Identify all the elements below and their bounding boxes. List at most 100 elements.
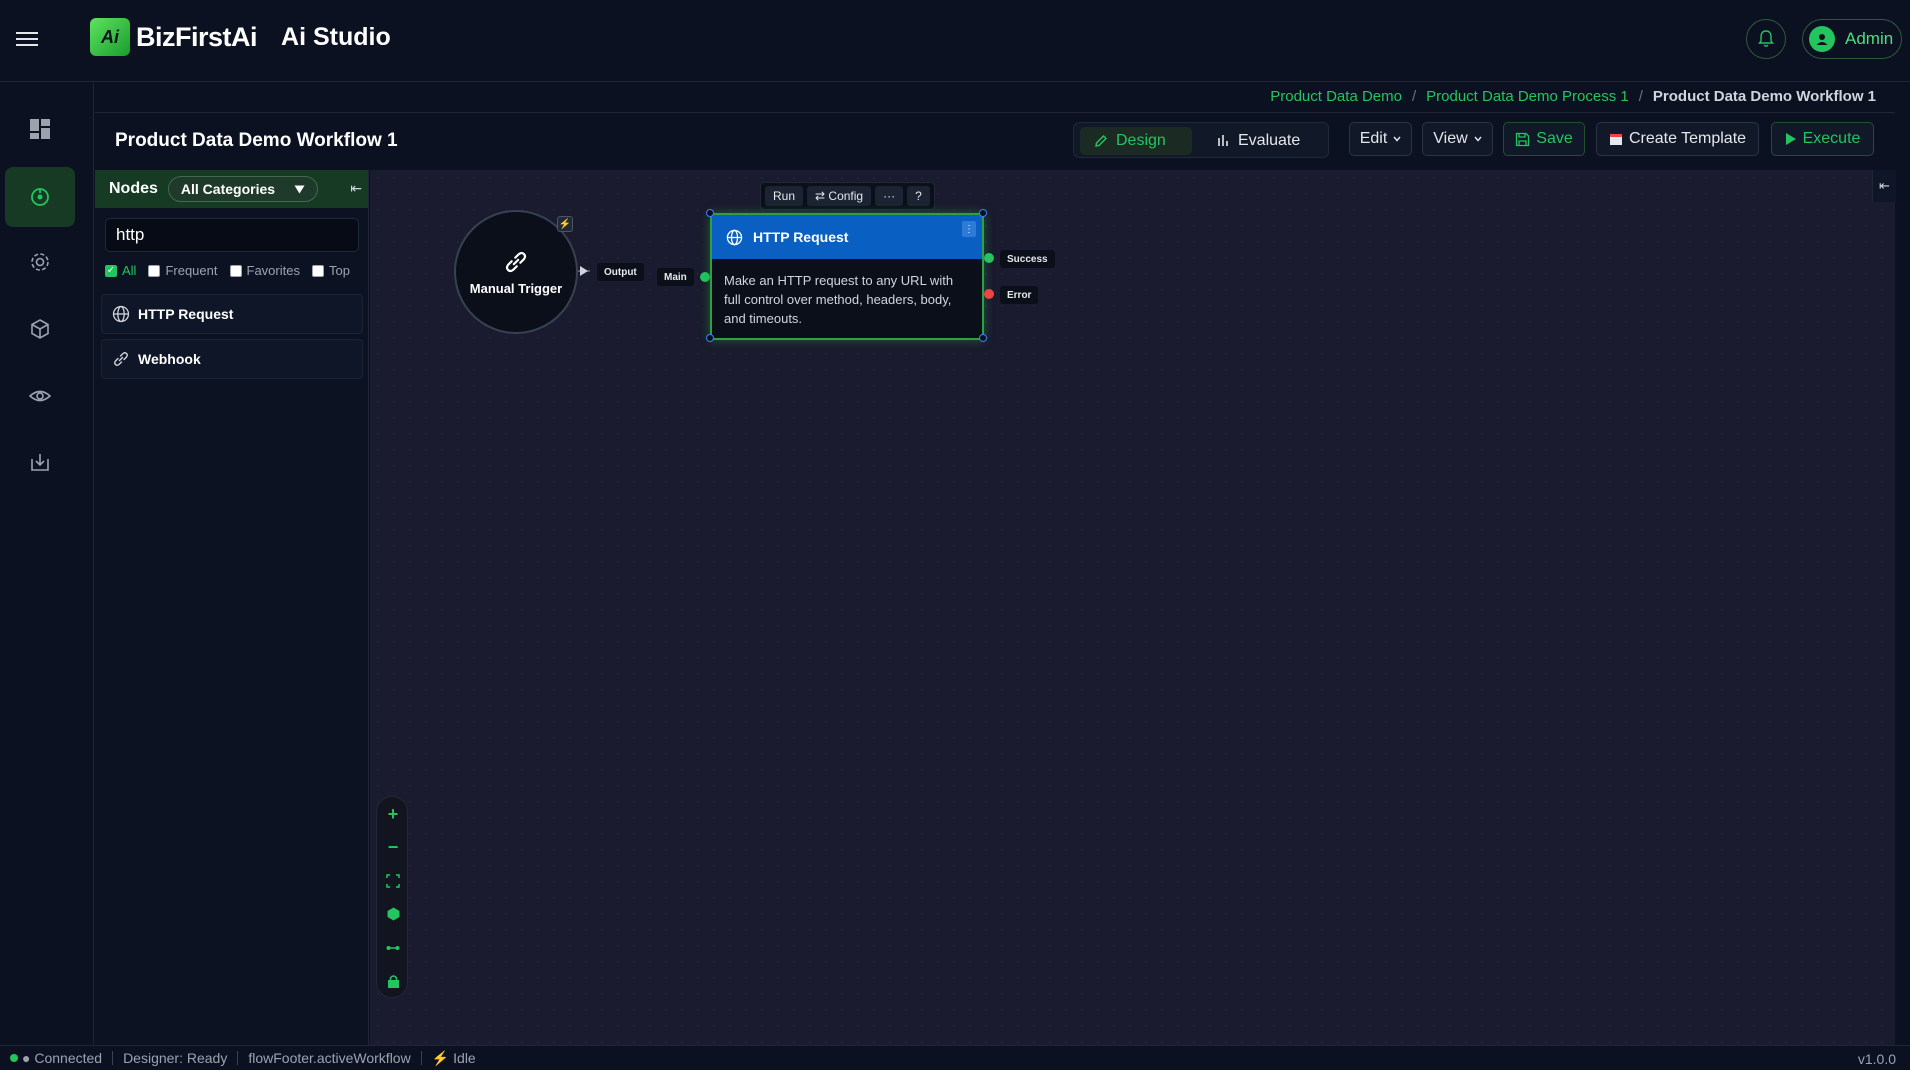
input-port[interactable]: [700, 272, 710, 282]
node-list-item-label: HTTP Request: [138, 306, 234, 322]
collapse-right-panel-icon[interactable]: ⇤: [1872, 170, 1896, 202]
http-input-label: Main: [657, 268, 694, 286]
run-state-label: Idle: [453, 1050, 476, 1066]
checkbox-icon[interactable]: [148, 264, 161, 277]
hamburger-menu-icon[interactable]: [16, 28, 38, 48]
category-select-value: All Categories: [180, 181, 276, 197]
lightning-icon[interactable]: ⚡: [557, 216, 573, 232]
node-context-toolbar: Run ⇄ Config ··· ?: [760, 182, 935, 210]
user-menu-button[interactable]: Admin: [1802, 19, 1902, 59]
eye-icon: [29, 390, 51, 402]
filter-frequent-label: Frequent: [165, 263, 218, 278]
run-state: ⚡ Idle: [422, 1051, 486, 1065]
bell-icon: [1758, 30, 1774, 47]
selection-handle[interactable]: [979, 209, 987, 217]
globe-icon: [726, 229, 743, 245]
lock-icon[interactable]: [377, 966, 409, 996]
play-icon: [1785, 133, 1796, 145]
edit-menu-button[interactable]: Edit: [1349, 122, 1412, 156]
checkbox-icon[interactable]: [311, 264, 324, 277]
tab-evaluate[interactable]: Evaluate: [1202, 127, 1322, 155]
cube-icon: [31, 319, 49, 339]
nav-import[interactable]: [5, 432, 75, 492]
node-run-button[interactable]: Run: [765, 186, 804, 206]
hexagon-icon[interactable]: [377, 899, 409, 929]
kebab-menu-icon[interactable]: ⋮: [962, 221, 976, 237]
node-list-item-http-request[interactable]: HTTP Request: [101, 294, 363, 334]
link-icon: [505, 251, 527, 272]
designer-status: Designer: Ready: [113, 1051, 239, 1065]
save-label: Save: [1536, 130, 1573, 147]
filter-frequent[interactable]: Frequent: [148, 263, 218, 278]
view-menu-button[interactable]: View: [1422, 122, 1493, 156]
user-circle-icon: [1809, 26, 1835, 52]
nav-dashboard[interactable]: [5, 99, 75, 159]
save-button[interactable]: Save: [1503, 122, 1585, 156]
filter-favorites[interactable]: Favorites: [229, 263, 300, 278]
download-tray-icon: [31, 454, 49, 471]
brand-mark: Ai: [90, 18, 130, 56]
breadcrumb-separator: /: [1638, 88, 1643, 105]
node-more-button[interactable]: ···: [875, 186, 904, 206]
breadcrumb-separator: /: [1411, 88, 1417, 105]
execute-button[interactable]: Execute: [1771, 122, 1874, 156]
node-search-value: http: [116, 225, 145, 244]
checkbox-checked-icon[interactable]: ✓: [105, 264, 117, 277]
triangle-down-icon: [294, 185, 305, 193]
brand-logo[interactable]: Ai BizFirstAi Ai Studio: [90, 18, 391, 56]
filter-all-label: All: [122, 263, 137, 278]
node-config-label: Config: [828, 189, 864, 203]
nav-workflows[interactable]: [5, 167, 75, 227]
selection-handle[interactable]: [979, 334, 987, 342]
app-version: v1.0.0: [1857, 1051, 1896, 1067]
filter-all[interactable]: ✓ All: [105, 263, 136, 278]
tab-evaluate-label: Evaluate: [1238, 132, 1301, 149]
collapse-panel-icon[interactable]: ⇤: [350, 180, 362, 197]
checkbox-icon[interactable]: [229, 264, 242, 277]
link-icon: [114, 352, 128, 366]
workflow-canvas[interactable]: [370, 170, 1895, 1045]
error-port[interactable]: [984, 289, 994, 299]
breadcrumb-project[interactable]: Product Data Demo: [1270, 88, 1402, 105]
success-port[interactable]: [984, 253, 994, 263]
tab-design[interactable]: Design: [1080, 127, 1192, 155]
nodes-panel-header: Nodes All Categories ⇤: [95, 170, 368, 208]
execute-label: Execute: [1802, 130, 1861, 147]
connect-icon[interactable]: [377, 933, 409, 963]
workflow-icon: [31, 188, 49, 206]
node-list-item-webhook[interactable]: Webhook: [101, 339, 363, 379]
breadcrumb: Product Data Demo / Product Data Demo Pr…: [1270, 88, 1876, 105]
fit-view-icon[interactable]: [377, 866, 409, 896]
notifications-button[interactable]: [1746, 19, 1786, 59]
create-template-label: Create Template: [1628, 130, 1747, 147]
zoom-out-icon[interactable]: −: [377, 832, 409, 862]
top-bar: Ai BizFirstAi Ai Studio Admin: [0, 0, 1910, 82]
mode-toggle: Design Evaluate: [1073, 122, 1329, 158]
view-label: View: [1433, 130, 1468, 147]
node-config-button[interactable]: ⇄ Config: [807, 186, 872, 206]
breadcrumb-process[interactable]: Product Data Demo Process 1: [1426, 88, 1629, 105]
http-request-node[interactable]: HTTP Request ⋮ Make an HTTP request to a…: [710, 213, 984, 340]
connection-status: ● Connected: [0, 1050, 114, 1066]
canvas-controls: + −: [376, 796, 408, 998]
nav-monitor[interactable]: [5, 366, 75, 426]
zoom-in-icon[interactable]: +: [377, 799, 409, 829]
selection-handle[interactable]: [706, 209, 714, 217]
selection-handle[interactable]: [706, 334, 714, 342]
error-output-label: Error: [1000, 286, 1039, 304]
product-name: Ai Studio: [281, 22, 391, 51]
calendar-template-icon: [1609, 134, 1622, 145]
nav-settings[interactable]: [5, 232, 75, 292]
nav-packages[interactable]: [5, 299, 75, 359]
user-name: Admin: [1845, 29, 1894, 48]
config-arrows-icon: ⇄: [815, 189, 826, 203]
http-node-title: HTTP Request: [753, 229, 849, 245]
floppy-disk-icon: [1516, 132, 1530, 146]
filter-top[interactable]: Top: [311, 263, 350, 278]
create-template-button[interactable]: Create Template: [1596, 122, 1759, 156]
node-search-input[interactable]: http: [105, 218, 359, 252]
node-help-button[interactable]: ?: [907, 186, 930, 206]
http-node-header: HTTP Request ⋮: [712, 215, 982, 259]
category-select[interactable]: All Categories: [167, 176, 318, 202]
connection-status-label: ● Connected: [22, 1050, 103, 1066]
